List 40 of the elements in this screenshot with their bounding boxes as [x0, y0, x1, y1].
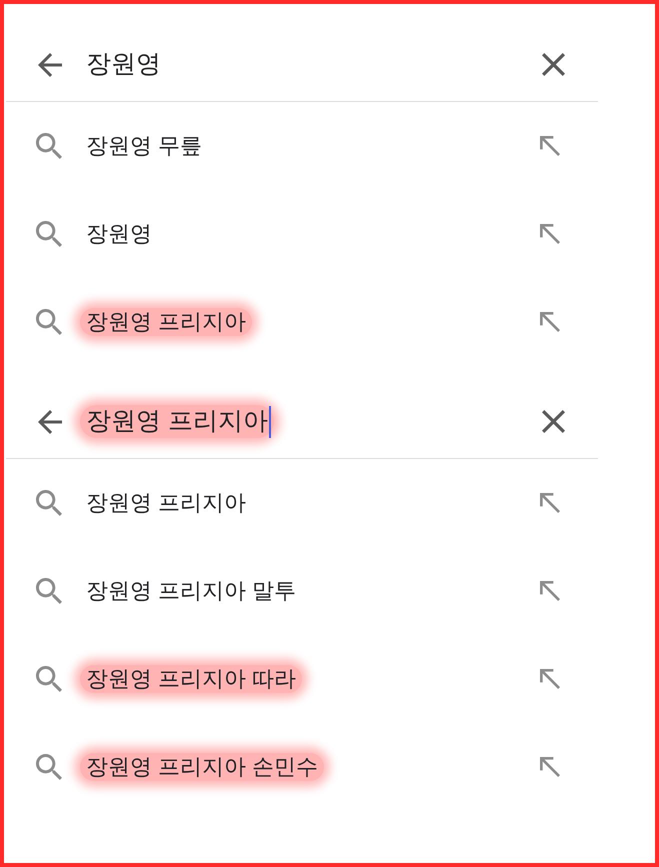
search-icon	[36, 754, 62, 780]
suggestion-text[interactable]: 장원영	[80, 220, 158, 248]
suggestion-text[interactable]: 장원영 프리지아	[80, 488, 252, 518]
arrow-up-left-icon	[540, 757, 560, 777]
arrow-up-left-icon	[540, 581, 560, 601]
fill-query-button[interactable]	[540, 669, 560, 689]
back-arrow-icon	[38, 410, 62, 434]
fill-query-button[interactable]	[540, 312, 560, 332]
search-icon	[36, 490, 62, 516]
search-field[interactable]: 장원영	[80, 48, 542, 81]
arrow-up-left-icon	[540, 136, 560, 156]
clear-button[interactable]	[542, 410, 565, 433]
search-query: 장원영 프리지아	[80, 405, 274, 438]
search-icon	[36, 133, 62, 159]
search-icon	[36, 309, 62, 335]
search-field[interactable]: 장원영 프리지아	[80, 405, 542, 438]
back-button[interactable]	[38, 410, 62, 434]
arrow-up-left-icon	[540, 224, 560, 244]
clear-button[interactable]	[542, 53, 565, 76]
fill-query-button[interactable]	[540, 581, 560, 601]
fill-query-button[interactable]	[540, 757, 560, 777]
back-arrow-icon	[38, 52, 62, 76]
suggestion-text[interactable]: 장원영 프리지아 따라	[80, 664, 302, 694]
close-icon	[542, 53, 565, 76]
search-icon	[36, 578, 62, 604]
suggestion-text[interactable]: 장원영 프리지아 손민수	[80, 752, 324, 782]
fill-query-button[interactable]	[540, 493, 560, 513]
arrow-up-left-icon	[540, 669, 560, 689]
search-icon	[36, 221, 62, 247]
close-icon	[542, 410, 565, 433]
suggestion-text[interactable]: 장원영 프리지아 말투	[80, 576, 302, 606]
fill-query-button[interactable]	[540, 224, 560, 244]
search-icon	[36, 666, 62, 692]
arrow-up-left-icon	[540, 493, 560, 513]
search-query: 장원영	[85, 49, 162, 80]
back-button[interactable]	[38, 52, 62, 76]
suggestion-text[interactable]: 장원영 무릎	[80, 132, 208, 160]
arrow-up-left-icon	[540, 312, 560, 332]
suggestion-text[interactable]: 장원영 프리지아	[80, 308, 252, 336]
fill-query-button[interactable]	[540, 136, 560, 156]
